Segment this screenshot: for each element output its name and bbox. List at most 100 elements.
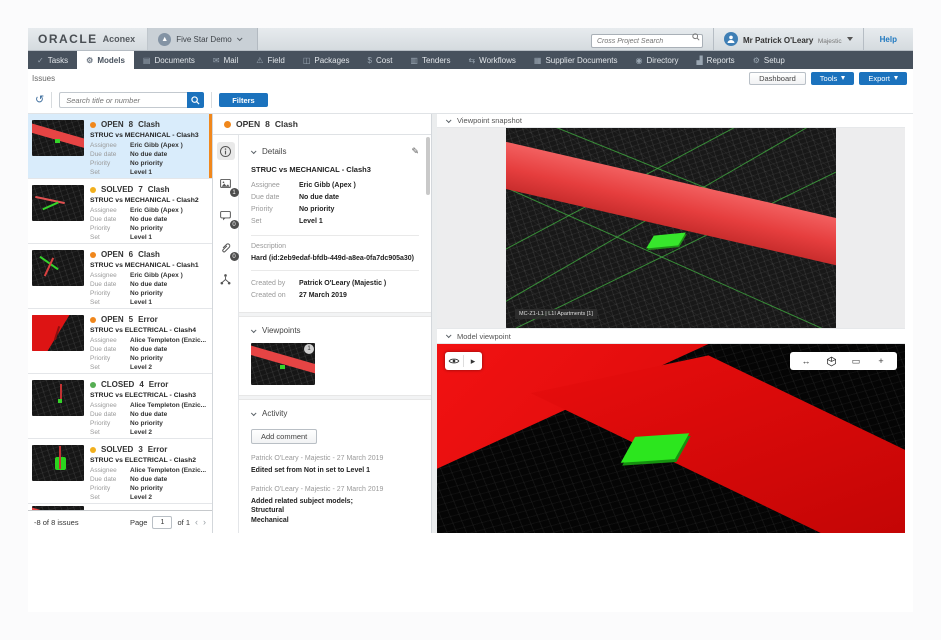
- nav-item-reports[interactable]: ▟ Reports: [688, 51, 744, 69]
- field-value: Eric Gibb (Apex ): [130, 271, 183, 280]
- nav-item-tasks[interactable]: ✓ Tasks: [28, 51, 77, 69]
- field-label: Set: [251, 216, 299, 228]
- field-label: Priority: [90, 224, 130, 233]
- viewer-left-toolbar: ▸: [445, 352, 482, 370]
- field-label: Set: [90, 168, 130, 177]
- cross-project-search: [591, 30, 703, 49]
- section-separator: [239, 395, 431, 400]
- field-label: Due date: [90, 280, 130, 289]
- reports-icon: ▟: [697, 56, 703, 65]
- field-label: Priority: [251, 204, 299, 216]
- expand-toolbar-icon[interactable]: ▸: [466, 354, 480, 368]
- model-viewpoint-canvas[interactable]: ▸ ↔ ▭ +: [437, 344, 905, 533]
- nav-label: Models: [97, 56, 125, 65]
- field-value: Eric Gibb (Apex ): [130, 141, 183, 150]
- filters-button[interactable]: Filters: [219, 93, 268, 107]
- issue-card[interactable]: SOLVED 3 Error STRUC vs ELECTRICAL - Cla…: [28, 439, 212, 504]
- nav-label: Documents: [154, 56, 194, 65]
- issue-status: CLOSED: [101, 380, 134, 389]
- oracle-brand: ORACLE: [38, 32, 98, 46]
- issue-title: STRUC vs MECHANICAL - Clash1: [90, 262, 207, 269]
- field-value: No due date: [130, 475, 167, 484]
- pan-icon[interactable]: ↔: [799, 354, 813, 368]
- page-number-input[interactable]: [152, 516, 172, 529]
- field-label: Due date: [90, 215, 130, 224]
- attachments-tab[interactable]: 0: [217, 238, 235, 256]
- user-menu[interactable]: Mr Patrick O'Leary Majestic: [714, 28, 863, 50]
- field-label: Priority: [90, 159, 130, 168]
- activity-section-header[interactable]: Activity: [251, 409, 419, 418]
- nav-item-setup[interactable]: ⚙ Setup: [744, 51, 794, 69]
- issue-card[interactable]: OPEN 5 Error STRUC vs ELECTRICAL - Clash…: [28, 309, 212, 374]
- field-label: Assignee: [90, 401, 130, 410]
- cross-project-search-input[interactable]: [591, 34, 703, 48]
- related-models-tab[interactable]: [217, 270, 235, 288]
- issue-card[interactable]: CLOSED 4 Error STRUC vs ELECTRICAL - Cla…: [28, 374, 212, 439]
- nav-item-models[interactable]: ⚙ Models: [77, 51, 134, 69]
- nav-item-mail[interactable]: ✉ Mail: [204, 51, 247, 69]
- nav-label: Directory: [647, 56, 679, 65]
- comments-tab[interactable]: 0: [217, 206, 235, 224]
- export-button[interactable]: Export: [859, 72, 907, 85]
- nav-item-supplier-documents[interactable]: ▦ Supplier Documents: [525, 51, 627, 69]
- issue-thumbnail: [32, 250, 84, 286]
- nav-item-packages[interactable]: ◫ Packages: [294, 51, 359, 69]
- next-page-icon[interactable]: ›: [203, 517, 206, 527]
- model-tree-icon: [219, 273, 232, 286]
- viewpoint-snapshot-header[interactable]: Viewpoint snapshot: [437, 114, 905, 128]
- nav-item-field[interactable]: ⚠ Field: [247, 51, 294, 69]
- help-link[interactable]: Help: [863, 28, 913, 50]
- refresh-icon[interactable]: ↺: [35, 95, 44, 105]
- field-value: Level 2: [130, 428, 152, 437]
- issue-card[interactable]: OPEN 6 Clash STRUC vs MECHANICAL - Clash…: [28, 244, 212, 309]
- status-dot: [90, 317, 96, 323]
- details-section-header[interactable]: Details ✎: [251, 146, 419, 157]
- search-button[interactable]: [187, 92, 204, 108]
- nav-item-cost[interactable]: $ Cost: [359, 51, 402, 69]
- section-cube-icon[interactable]: [824, 354, 838, 368]
- model-viewpoint-header[interactable]: Model viewpoint: [437, 328, 905, 344]
- issue-card[interactable]: OPEN 8 Clash STRUC vs MECHANICAL - Clash…: [28, 114, 212, 179]
- zoom-in-icon[interactable]: +: [874, 354, 888, 368]
- search-icon: [191, 96, 200, 105]
- zoom-out-icon[interactable]: ▭: [849, 354, 863, 368]
- detail-scroll-area: Details ✎ STRUC vs MECHANICAL - Clash3 A…: [239, 135, 431, 533]
- dashboard-button[interactable]: Dashboard: [749, 72, 806, 85]
- viewpoints-section-header[interactable]: Viewpoints: [251, 326, 419, 335]
- add-comment-button[interactable]: Add comment: [251, 429, 317, 444]
- aconex-app: ORACLE Aconex ▲ Five Star Demo: [28, 28, 913, 612]
- issue-title: STRUC vs MECHANICAL - Clash2: [90, 197, 207, 204]
- nav-item-workflows[interactable]: ⇆ Workflows: [459, 51, 524, 69]
- attachments-count-badge: 0: [230, 252, 239, 261]
- scrollbar-thumb[interactable]: [426, 137, 430, 195]
- nav-item-tenders[interactable]: ▥ Tenders: [401, 51, 459, 69]
- cost-icon: $: [368, 56, 372, 65]
- edit-icon[interactable]: ✎: [411, 146, 419, 157]
- eye-icon[interactable]: [447, 354, 461, 368]
- issue-thumbnail: [32, 445, 84, 481]
- field-label: Set: [90, 493, 130, 502]
- field-value: Patrick O'Leary (Majestic ): [299, 278, 386, 290]
- divider: [463, 355, 464, 367]
- field-value: No due date: [299, 192, 339, 204]
- issue-card[interactable]: SOLVED 7 Clash STRUC vs MECHANICAL - Cla…: [28, 179, 212, 244]
- issue-search-input[interactable]: [59, 92, 187, 108]
- field-label: Due date: [90, 475, 130, 484]
- viewpoints-count-badge: 1: [230, 188, 239, 197]
- search-icon[interactable]: [692, 33, 700, 41]
- field-label: Assignee: [90, 336, 130, 345]
- project-icon: ▲: [158, 33, 171, 46]
- viewpoint-thumbnail[interactable]: 1: [251, 343, 315, 385]
- nav-item-documents[interactable]: ▤ Documents: [134, 51, 204, 69]
- field-label: Assignee: [90, 271, 130, 280]
- divider: [51, 92, 52, 108]
- prev-page-icon[interactable]: ‹: [195, 517, 198, 527]
- tools-button[interactable]: Tools: [811, 72, 855, 85]
- description-label: Description: [251, 243, 419, 250]
- nav-item-directory[interactable]: ◉ Directory: [627, 51, 688, 69]
- viewpoints-tab[interactable]: 1: [217, 174, 235, 192]
- mail-icon: ✉: [213, 56, 220, 65]
- info-tab[interactable]: [217, 142, 235, 160]
- project-selector[interactable]: ▲ Five Star Demo: [148, 28, 258, 50]
- detail-header: OPEN 8 Clash: [213, 114, 431, 135]
